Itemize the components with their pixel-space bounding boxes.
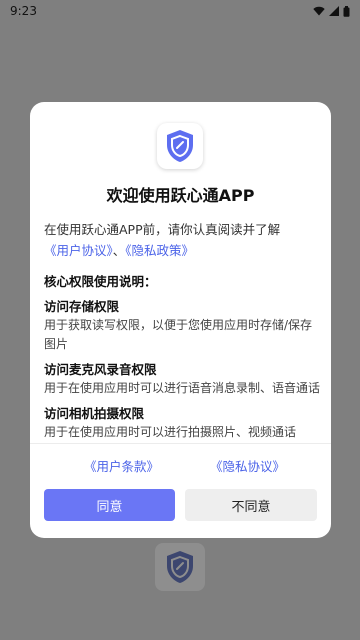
signal-icon — [329, 6, 339, 16]
user-agreement-link[interactable]: 《用户协议》 — [44, 243, 113, 258]
permission-title: 访问麦克风录音权限 — [44, 362, 157, 377]
dialog-title: 欢迎使用跃心通APP — [106, 186, 255, 205]
user-terms-link[interactable]: 《用户条款》 — [84, 456, 159, 475]
privacy-dialog: 欢迎使用跃心通APP 在使用跃心通APP前，请你认真阅读并了解 《用户协议》、《… — [30, 102, 331, 538]
permission-item: 访问相机拍摄权限 用于在使用应用时可以进行拍摄照片、视频通话 — [44, 404, 321, 442]
shield-icon — [167, 551, 193, 583]
status-icons — [313, 5, 350, 17]
permissions-scroll-area[interactable]: 核心权限使用说明： 访问存储权限 用于获取读写权限，以便于您使用应用时存储/保存… — [44, 268, 321, 444]
section-heading: 核心权限使用说明： — [44, 274, 157, 289]
intro-separator: 、 — [112, 243, 126, 258]
permission-title: 访问存储权限 — [44, 299, 120, 314]
battery-icon — [343, 5, 350, 17]
agree-button[interactable]: 同意 — [44, 489, 175, 521]
permission-description: 用于在使用应用时可以进行拍摄照片、视频通话 — [44, 425, 297, 439]
intro-text: 在使用跃心通APP前，请你认真阅读并了解 — [44, 222, 281, 237]
shield-icon — [167, 130, 193, 162]
background-app-logo — [155, 543, 205, 591]
permission-description: 用于获取读写权限，以便于您使用应用时存储/保存图片 — [44, 318, 313, 351]
decline-button[interactable]: 不同意 — [185, 489, 317, 521]
divider — [30, 443, 331, 444]
intro-paragraph: 在使用跃心通APP前，请你认真阅读并了解 《用户协议》、《隐私政策》 — [44, 219, 321, 261]
permission-item: 访问存储权限 用于获取读写权限，以便于您使用应用时存储/保存图片 — [44, 297, 321, 354]
bottom-links: 《用户条款》 《隐私协议》 — [30, 456, 331, 476]
wifi-icon — [313, 6, 325, 16]
status-time: 9:23 — [10, 4, 37, 18]
status-bar: 9:23 — [0, 0, 360, 22]
permission-title: 访问相机拍摄权限 — [44, 406, 145, 421]
permission-description: 用于在使用应用时可以进行语音消息录制、语音通话 — [44, 381, 321, 395]
privacy-policy-link[interactable]: 《隐私政策》 — [125, 243, 194, 258]
privacy-agreement-link[interactable]: 《隐私协议》 — [210, 456, 285, 475]
permission-item: 访问麦克风录音权限 用于在使用应用时可以进行语音消息录制、语音通话 — [44, 360, 321, 398]
app-logo — [157, 123, 203, 169]
